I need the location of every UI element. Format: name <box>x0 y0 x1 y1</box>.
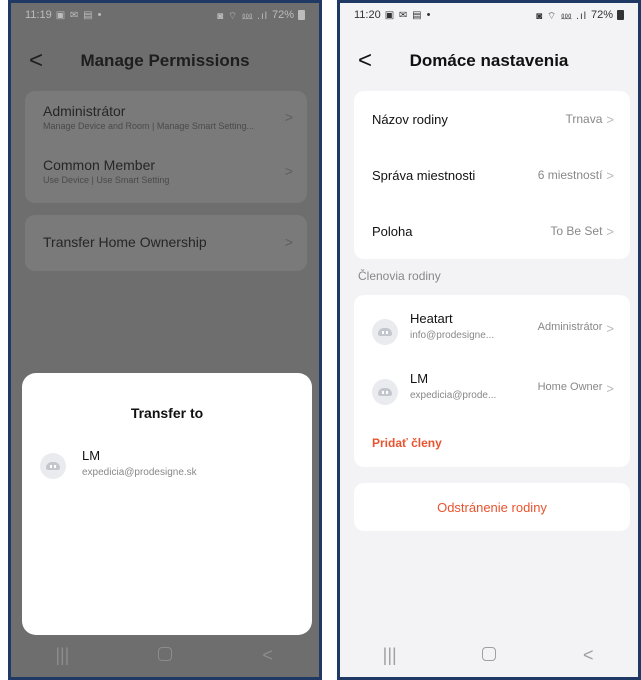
home-icon <box>481 646 496 661</box>
notification-dot: • <box>97 9 102 21</box>
member-role: Administrátor <box>537 321 603 333</box>
row-value: 6 miestností <box>537 168 603 182</box>
chevron-right-icon: > <box>284 163 293 179</box>
status-bar: 11:19 ▣ ✉ ▤ • ◙ ⌔ ⅏ .ıl 72% <box>11 3 319 27</box>
member-name: LM <box>82 448 101 463</box>
system-nav-bar: ||| < <box>340 633 638 677</box>
transfer-member-item[interactable]: LM expedicia@prodesigne.sk <box>22 445 312 485</box>
chevron-right-icon: > <box>606 321 614 336</box>
chevron-right-icon: > <box>606 223 614 239</box>
permission-name: Common Member <box>43 157 156 173</box>
transfer-ownership-item[interactable]: Transfer Home Ownership > <box>25 234 307 250</box>
status-bar: 11:20 ▣ ✉ ▤ • ◙ ⌔ ⅏ .ıl 72% <box>340 3 638 27</box>
avatar-icon <box>372 319 398 345</box>
battery-level: 72% <box>271 9 294 21</box>
sheet-title: Transfer to <box>130 405 204 421</box>
row-label: Názov rodiny <box>372 111 448 127</box>
home-button[interactable] <box>145 645 185 666</box>
signal-icons: ◙ ⌔ ⅏ .ıl <box>217 10 268 22</box>
chevron-right-icon: > <box>606 167 614 183</box>
member-name: LM <box>410 371 429 386</box>
home-settings-card: Názov rodiny Trnava > Správa miestnosti 6… <box>354 91 630 259</box>
notification-dot: • <box>426 9 431 21</box>
chevron-right-icon: > <box>284 234 293 250</box>
member-item-lm[interactable]: LM expedicia@prode... Home Owner > <box>354 363 630 415</box>
transfer-ownership-card[interactable]: Transfer Home Ownership > <box>25 215 307 271</box>
settings-row-family-name[interactable]: Názov rodiny Trnava > <box>354 91 630 147</box>
family-members-label: Členovia rodiny <box>358 269 441 283</box>
permission-description: Use Device | Use Smart Setting <box>43 175 170 185</box>
member-item-heatart[interactable]: Heatart info@prodesigne... Administrátor… <box>354 303 630 355</box>
member-role: Home Owner <box>537 381 603 393</box>
left-phone-screen: 11:19 ▣ ✉ ▤ • ◙ ⌔ ⅏ .ıl 72% < Manage Per… <box>8 0 322 680</box>
member-name: Heatart <box>410 311 453 326</box>
chevron-right-icon: > <box>606 381 614 396</box>
battery-level: 72% <box>590 9 613 21</box>
transfer-to-sheet: Transfer to LM expedicia@prodesigne.sk <box>22 373 312 635</box>
page-title: Domáce nastavenia <box>409 51 569 70</box>
permissions-card: Administrátor Manage Device and Room | M… <box>25 91 307 203</box>
transfer-ownership-label: Transfer Home Ownership <box>43 234 207 250</box>
member-email: info@prodesigne... <box>410 330 495 341</box>
chevron-right-icon: > <box>606 111 614 127</box>
page-header: < Domáce nastavenia <box>340 43 638 79</box>
members-card: Heatart info@prodesigne... Administrátor… <box>354 295 630 467</box>
permission-name: Administrátor <box>43 103 126 119</box>
chevron-right-icon: > <box>284 109 293 125</box>
row-value: Trnava <box>565 112 603 126</box>
avatar-icon <box>40 453 66 479</box>
notification-icons: ▣ ✉ ▤ <box>55 9 94 21</box>
permission-description: Manage Device and Room | Manage Smart Se… <box>43 121 254 131</box>
back-chevron-icon[interactable]: < <box>358 47 372 75</box>
notification-icons: ▣ ✉ ▤ <box>384 9 423 21</box>
permission-item-common-member[interactable]: Common Member Use Device | Use Smart Set… <box>25 157 307 185</box>
add-members-button[interactable]: Pridať členy <box>372 436 442 450</box>
recent-apps-icon[interactable]: ||| <box>370 645 410 666</box>
battery-icon <box>617 10 624 20</box>
row-value: To Be Set <box>550 224 603 238</box>
member-email: expedicia@prode... <box>410 390 497 401</box>
status-time: 11:20 <box>354 9 381 21</box>
home-button[interactable] <box>469 645 509 666</box>
back-icon[interactable]: < <box>568 645 608 666</box>
back-icon[interactable]: < <box>248 645 288 666</box>
recent-apps-icon[interactable]: ||| <box>42 645 82 666</box>
page-title: Manage Permissions <box>80 51 250 70</box>
back-chevron-icon[interactable]: < <box>29 47 43 75</box>
settings-row-room-management[interactable]: Správa miestnosti 6 miestností > <box>354 147 630 203</box>
right-phone-screen: 11:20 ▣ ✉ ▤ • ◙ ⌔ ⅏ .ıl 72% < Domáce nas… <box>337 0 641 680</box>
permission-item-administrator[interactable]: Administrátor Manage Device and Room | M… <box>25 103 307 131</box>
status-time: 11:19 <box>25 9 52 21</box>
remove-family-button[interactable]: Odstránenie rodiny <box>354 483 630 531</box>
row-label: Správa miestnosti <box>372 167 476 183</box>
system-nav-bar: ||| < <box>11 633 319 677</box>
settings-row-location[interactable]: Poloha To Be Set > <box>354 203 630 259</box>
home-icon <box>157 646 172 661</box>
page-header: < Manage Permissions <box>11 43 319 79</box>
signal-icons: ◙ ⌔ ⅏ .ıl <box>536 10 587 22</box>
avatar-icon <box>372 379 398 405</box>
remove-family-card[interactable]: Odstránenie rodiny <box>354 483 630 531</box>
member-email: expedicia@prodesigne.sk <box>82 467 197 478</box>
row-label: Poloha <box>372 223 413 239</box>
battery-icon <box>298 10 305 20</box>
